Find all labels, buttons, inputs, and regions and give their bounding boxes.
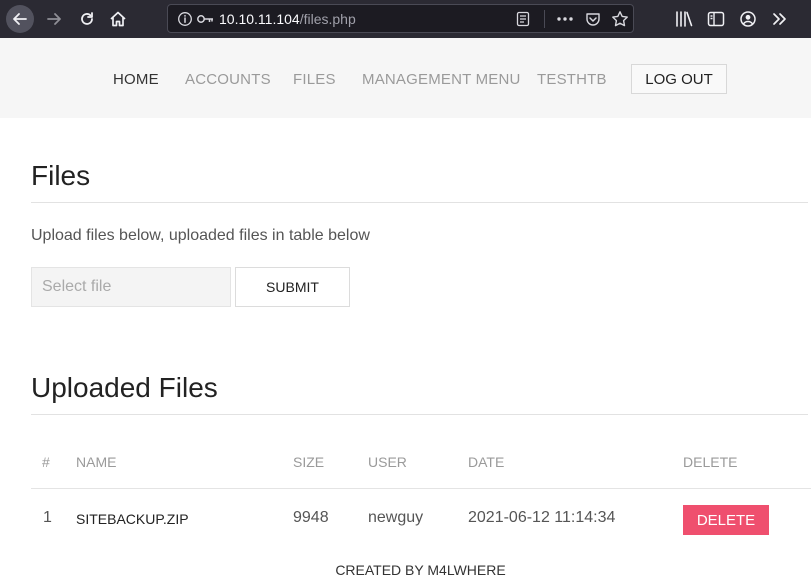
reload-icon[interactable]: [73, 5, 101, 33]
sidebar-icon[interactable]: [706, 9, 726, 29]
url-host: 10.10.11.104: [219, 11, 300, 27]
column-header-size: SIZE: [293, 454, 325, 470]
account-icon[interactable]: [738, 9, 758, 29]
forward-icon[interactable]: [40, 5, 68, 33]
uploaded-divider: [31, 414, 808, 415]
back-icon[interactable]: [6, 5, 34, 33]
url-path: /files.php: [299, 11, 356, 27]
address-bar[interactable]: 10.10.11.104/files.php: [167, 4, 634, 33]
table-header-divider: [31, 488, 811, 489]
nav-accounts-link[interactable]: ACCOUNTS: [185, 71, 271, 88]
pocket-icon[interactable]: [585, 11, 601, 27]
nav-home-link[interactable]: HOME: [113, 71, 159, 88]
column-header-date: DATE: [468, 454, 505, 470]
file-size: 9948: [293, 509, 329, 526]
files-heading: Files: [31, 160, 91, 191]
footer-credit: CREATED BY M4LWHERE: [335, 562, 506, 578]
upload-instructions: Upload files below, uploaded files in ta…: [31, 227, 370, 244]
file-select-input[interactable]: [31, 267, 231, 307]
reader-icon[interactable]: [515, 11, 531, 27]
nav-testhtb-link[interactable]: TESTHTB: [537, 71, 607, 88]
browser-toolbar: 10.10.11.104/files.php: [0, 0, 811, 38]
column-header-number: #: [42, 454, 50, 470]
submit-button[interactable]: SUBMIT: [235, 267, 350, 307]
more-icon[interactable]: [555, 10, 575, 28]
file-name: SITEBACKUP.ZIP: [76, 511, 189, 527]
delete-button[interactable]: DELETE: [683, 505, 769, 535]
library-icon[interactable]: [674, 9, 694, 29]
file-date: 2021-06-12 11:14:34: [468, 509, 616, 526]
file-user: newguy: [368, 509, 424, 526]
column-header-delete: DELETE: [683, 454, 738, 470]
url-text[interactable]: 10.10.11.104/files.php: [219, 11, 356, 27]
logout-button[interactable]: LOG OUT: [631, 64, 727, 94]
home-icon[interactable]: [104, 5, 132, 33]
nav-management-menu-link[interactable]: MANAGEMENT MENU: [362, 71, 521, 88]
nav-files-link[interactable]: FILES: [293, 71, 336, 88]
column-header-name: NAME: [76, 454, 117, 470]
files-divider: [31, 202, 808, 203]
key-icon[interactable]: [196, 11, 214, 27]
column-header-user: USER: [368, 454, 407, 470]
uploaded-files-heading: Uploaded Files: [31, 372, 218, 403]
overflow-icon[interactable]: [770, 9, 790, 29]
row-number: 1: [43, 509, 52, 526]
star-icon[interactable]: [611, 10, 629, 28]
site-navbar: HOME ACCOUNTS FILES MANAGEMENT MENU TEST…: [0, 38, 811, 118]
info-icon[interactable]: [177, 11, 193, 27]
url-divider: [544, 10, 545, 28]
